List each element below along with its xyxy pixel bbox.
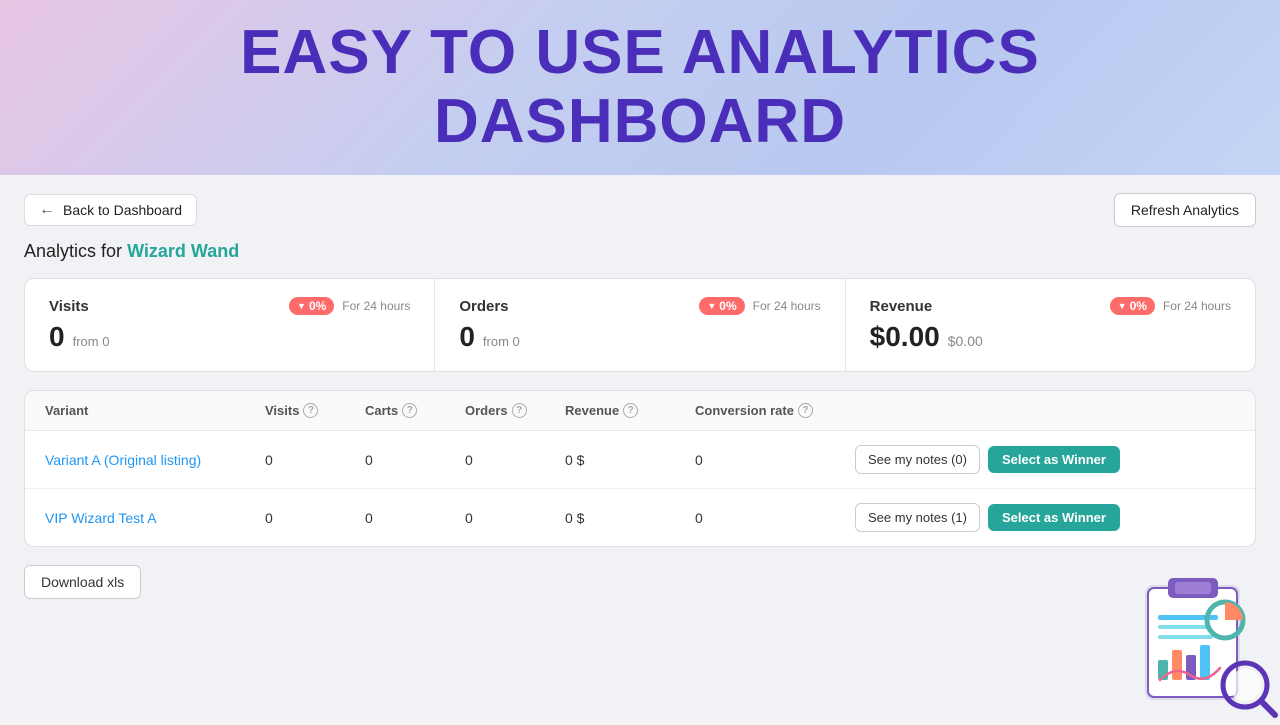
row0-select-winner-button[interactable]: Select as Winner bbox=[988, 446, 1120, 473]
row1-variant-link[interactable]: VIP Wizard Test A bbox=[45, 510, 157, 526]
orders-label: Orders bbox=[459, 298, 508, 315]
revenue-period: For 24 hours bbox=[1163, 299, 1231, 313]
hero-banner: EASY TO USE ANALYTICS DASHBOARD bbox=[0, 0, 1280, 175]
th-carts-help-icon[interactable]: ? bbox=[402, 403, 417, 418]
revenue-label: Revenue bbox=[870, 298, 933, 315]
visits-value: 0 from 0 bbox=[49, 321, 410, 353]
th-visits: Visits ? bbox=[265, 403, 365, 418]
orders-from: from 0 bbox=[483, 334, 520, 349]
th-visits-help-icon[interactable]: ? bbox=[303, 403, 318, 418]
visits-badge: 0% bbox=[289, 297, 334, 315]
row1-variant: VIP Wizard Test A bbox=[45, 510, 265, 526]
stats-row: Visits 0% For 24 hours 0 from 0 Orders 0… bbox=[24, 278, 1256, 372]
th-orders-help-icon[interactable]: ? bbox=[512, 403, 527, 418]
row1-visits: 0 bbox=[265, 510, 365, 526]
th-actions bbox=[855, 403, 1235, 418]
analytics-title: Analytics for Wizard Wand bbox=[24, 241, 1256, 262]
row0-visits: 0 bbox=[265, 452, 365, 468]
table-row: VIP Wizard Test A 0 0 0 0 $ 0 See my not… bbox=[25, 489, 1255, 546]
row1-conversion: 0 bbox=[695, 510, 855, 526]
product-name: Wizard Wand bbox=[127, 241, 239, 261]
revenue-sub: $0.00 bbox=[948, 333, 983, 349]
refresh-analytics-button[interactable]: Refresh Analytics bbox=[1114, 193, 1256, 227]
orders-meta: 0% For 24 hours bbox=[699, 297, 820, 315]
row0-actions: See my notes (0) Select as Winner bbox=[855, 445, 1235, 474]
top-bar: ← Back to Dashboard Refresh Analytics bbox=[24, 193, 1256, 227]
orders-badge: 0% bbox=[699, 297, 744, 315]
visits-label: Visits bbox=[49, 298, 89, 315]
row0-revenue: 0 $ bbox=[565, 452, 695, 468]
back-label: Back to Dashboard bbox=[63, 202, 182, 218]
back-arrow-icon: ← bbox=[39, 201, 55, 219]
row0-notes-button[interactable]: See my notes (0) bbox=[855, 445, 980, 474]
visits-period: For 24 hours bbox=[342, 299, 410, 313]
visits-from: from 0 bbox=[73, 334, 110, 349]
hero-title: EASY TO USE ANALYTICS DASHBOARD bbox=[240, 19, 1040, 155]
row1-carts: 0 bbox=[365, 510, 465, 526]
row0-conversion: 0 bbox=[695, 452, 855, 468]
visits-meta: 0% For 24 hours bbox=[289, 297, 410, 315]
row0-carts: 0 bbox=[365, 452, 465, 468]
th-variant: Variant bbox=[45, 403, 265, 418]
th-revenue: Revenue ? bbox=[565, 403, 695, 418]
main-content: ← Back to Dashboard Refresh Analytics An… bbox=[0, 175, 1280, 720]
row0-variant: Variant A (Original listing) bbox=[45, 452, 265, 468]
row0-variant-link[interactable]: Variant A (Original listing) bbox=[45, 452, 201, 468]
variants-table: Variant Visits ? Carts ? Orders ? Revenu… bbox=[24, 390, 1256, 547]
download-xls-button[interactable]: Download xls bbox=[24, 565, 141, 599]
th-orders: Orders ? bbox=[465, 403, 565, 418]
orders-period: For 24 hours bbox=[753, 299, 821, 313]
th-conversion: Conversion rate ? bbox=[695, 403, 855, 418]
decorative-illustration bbox=[1120, 560, 1280, 720]
orders-value: 0 from 0 bbox=[459, 321, 820, 353]
table-header: Variant Visits ? Carts ? Orders ? Revenu… bbox=[25, 391, 1255, 431]
back-to-dashboard-button[interactable]: ← Back to Dashboard bbox=[24, 194, 197, 226]
th-carts: Carts ? bbox=[365, 403, 465, 418]
row1-orders: 0 bbox=[465, 510, 565, 526]
revenue-value: $0.00 $0.00 bbox=[870, 321, 1231, 353]
row1-notes-button[interactable]: See my notes (1) bbox=[855, 503, 980, 532]
revenue-meta: 0% For 24 hours bbox=[1110, 297, 1231, 315]
row1-select-winner-button[interactable]: Select as Winner bbox=[988, 504, 1120, 531]
revenue-badge: 0% bbox=[1110, 297, 1155, 315]
row1-revenue: 0 $ bbox=[565, 510, 695, 526]
row0-orders: 0 bbox=[465, 452, 565, 468]
table-row: Variant A (Original listing) 0 0 0 0 $ 0… bbox=[25, 431, 1255, 489]
th-conversion-help-icon[interactable]: ? bbox=[798, 403, 813, 418]
th-revenue-help-icon[interactable]: ? bbox=[623, 403, 638, 418]
visits-card: Visits 0% For 24 hours 0 from 0 bbox=[25, 279, 435, 371]
orders-card: Orders 0% For 24 hours 0 from 0 bbox=[435, 279, 845, 371]
revenue-card: Revenue 0% For 24 hours $0.00 $0.00 bbox=[846, 279, 1255, 371]
row1-actions: See my notes (1) Select as Winner bbox=[855, 503, 1235, 532]
